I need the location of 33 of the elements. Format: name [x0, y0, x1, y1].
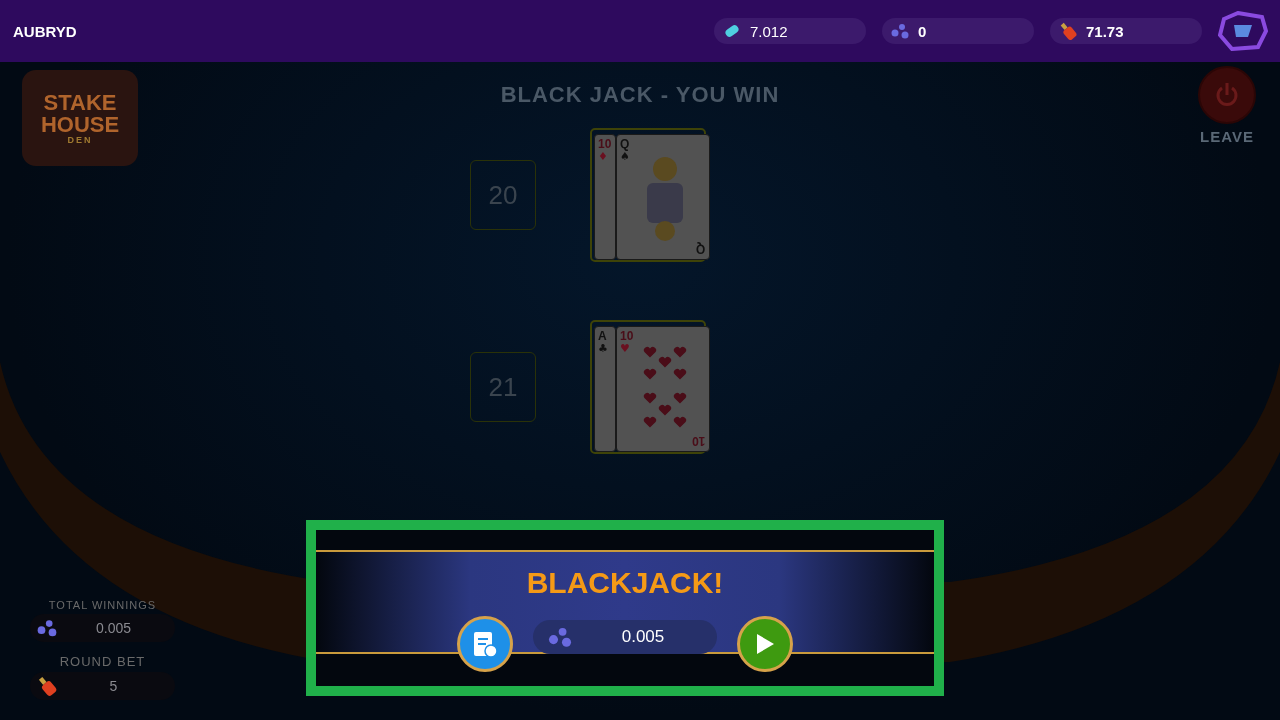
- bottle-icon: [1058, 21, 1078, 41]
- card-rank: 10: [691, 435, 705, 447]
- balance-value: 71.73: [1086, 22, 1124, 40]
- stat-value: 0.005: [94, 620, 132, 636]
- stat-label: ROUND BET: [59, 654, 146, 669]
- molecule-icon: [890, 21, 910, 41]
- logo-text: DEN: [67, 135, 93, 145]
- play-icon: [754, 632, 776, 656]
- username: AUBRYD: [13, 22, 78, 40]
- leave-label: LEAVE: [1200, 128, 1254, 145]
- stat-value: 5: [108, 678, 119, 694]
- molecule-icon: [36, 617, 58, 639]
- logo-text: HOUSE: [40, 113, 120, 136]
- history-button[interactable]: [457, 616, 513, 672]
- play-button[interactable]: [737, 616, 793, 672]
- card-rank: Q: [620, 138, 631, 150]
- card-rank: A: [598, 330, 608, 342]
- card-rank: 10: [598, 138, 613, 150]
- card-rank: Q: [695, 243, 705, 255]
- balance-value: 7.012: [750, 22, 788, 40]
- clipboard-clock-icon: [471, 629, 499, 659]
- card-rank: 10: [620, 330, 635, 342]
- card-suit: ♥: [620, 343, 631, 354]
- card-suit: ♠: [620, 151, 631, 162]
- stat-label: TOTAL WINNINGS: [48, 599, 157, 611]
- balance-value: 0: [918, 22, 927, 40]
- game-status-title: BLACK JACK - YOU WIN: [500, 82, 780, 108]
- logo-text: STAKE: [43, 91, 117, 114]
- win-amount: 0.005: [620, 627, 666, 647]
- card-suit: ♣: [598, 343, 609, 354]
- card-suit: ♦: [598, 151, 609, 162]
- bottle-icon: [36, 675, 58, 697]
- result-title: BLACKJACK!: [526, 566, 724, 600]
